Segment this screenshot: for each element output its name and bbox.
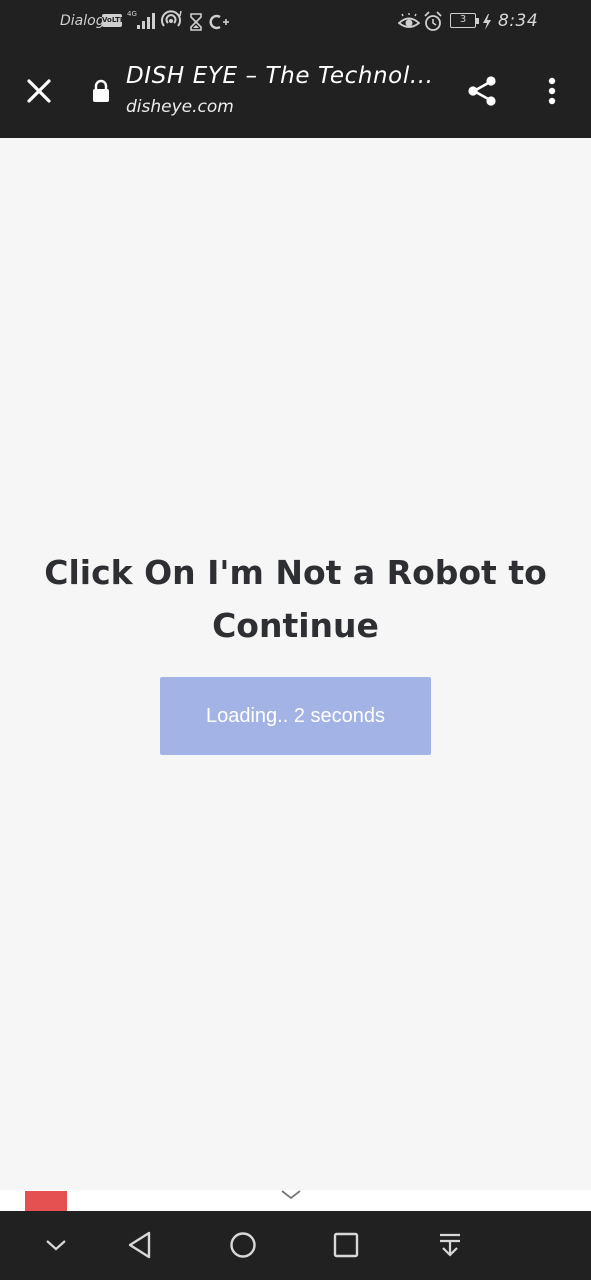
navigation-bar (0, 1211, 591, 1280)
page-url[interactable]: disheye.com (126, 97, 234, 117)
page-title[interactable]: DISH EYE – The Technol... (126, 63, 436, 89)
custom-tab-toolbar: DISH EYE – The Technol... disheye.com (0, 45, 591, 138)
data-saver-icon (209, 14, 229, 30)
back-button[interactable] (122, 1229, 158, 1261)
hotspot-icon (161, 10, 182, 27)
more-options-button[interactable] (532, 69, 572, 113)
recents-icon (333, 1232, 359, 1258)
hide-nav-button[interactable] (40, 1229, 72, 1261)
eye-comfort-icon (398, 13, 420, 28)
home-button[interactable] (225, 1229, 261, 1261)
close-icon (27, 79, 51, 103)
hourglass-icon (190, 13, 202, 31)
chevron-down-icon[interactable] (280, 1188, 302, 1202)
ad-logo[interactable] (25, 1191, 67, 1211)
notification-pull-icon (440, 1233, 460, 1257)
status-bar: Dialog VoLTE 4G 3 8:34 (0, 0, 591, 45)
loading-button[interactable]: Loading.. 2 seconds (160, 677, 431, 755)
home-icon (230, 1232, 256, 1258)
lock-icon (93, 79, 109, 102)
volte-icon: VoLTE (102, 14, 125, 27)
recents-button[interactable] (328, 1229, 364, 1261)
alarm-icon (424, 11, 442, 31)
share-button[interactable] (460, 69, 504, 113)
signal-icon (137, 13, 155, 29)
clock: 8:34 (498, 11, 539, 31)
notification-pull-button[interactable] (432, 1229, 468, 1261)
share-icon (468, 76, 496, 106)
back-icon (128, 1231, 151, 1259)
web-content: Click On I'm Not a Robot to Continue Loa… (0, 138, 591, 1190)
battery-tip (476, 18, 479, 24)
more-vert-icon (548, 77, 556, 105)
charging-icon (483, 14, 491, 30)
close-button[interactable] (18, 70, 60, 112)
page-heading: Click On I'm Not a Robot to Continue (44, 553, 547, 645)
battery-icon: 3 (450, 13, 476, 28)
carrier-name: Dialog (60, 13, 105, 29)
hide-nav-icon (46, 1240, 66, 1251)
